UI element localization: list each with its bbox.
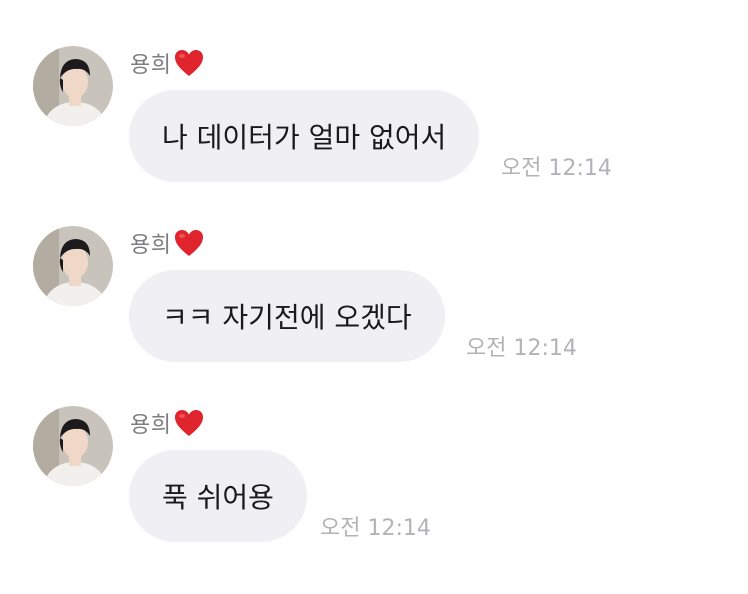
timestamp: 오전 12:14 (466, 336, 577, 361)
message-text: 나 데이터가 얼마 없어서 (162, 121, 447, 154)
message-text: ㅋㅋ 자기전에 오겠다 (162, 301, 412, 334)
message-bubble[interactable]: 푹 쉬어용 (129, 450, 307, 542)
avatar[interactable] (33, 406, 113, 486)
sender-row: 용희 (130, 48, 205, 78)
avatar[interactable] (33, 46, 113, 126)
chat-message: 용희 푹 쉬어용 오전 12:14 (0, 406, 748, 556)
sender-row: 용희 (130, 408, 205, 438)
message-text: 푹 쉬어용 (162, 481, 274, 514)
sender-name: 용희 (130, 53, 172, 78)
heart-icon (173, 228, 205, 258)
avatar[interactable] (33, 226, 113, 306)
message-bubble[interactable]: ㅋㅋ 자기전에 오겠다 (129, 270, 445, 362)
chat-message: 용희 ㅋㅋ 자기전에 오겠다 오전 12:14 (0, 226, 748, 376)
heart-icon (173, 48, 205, 78)
timestamp: 오전 12:14 (501, 156, 612, 181)
sender-name: 용희 (130, 413, 172, 438)
timestamp: 오전 12:14 (320, 516, 431, 541)
chat-message: 용희 나 데이터가 얼마 없어서 오전 12:14 (0, 46, 748, 196)
message-bubble[interactable]: 나 데이터가 얼마 없어서 (129, 90, 480, 182)
sender-row: 용희 (130, 228, 205, 258)
sender-name: 용희 (130, 233, 172, 258)
heart-icon (173, 408, 205, 438)
